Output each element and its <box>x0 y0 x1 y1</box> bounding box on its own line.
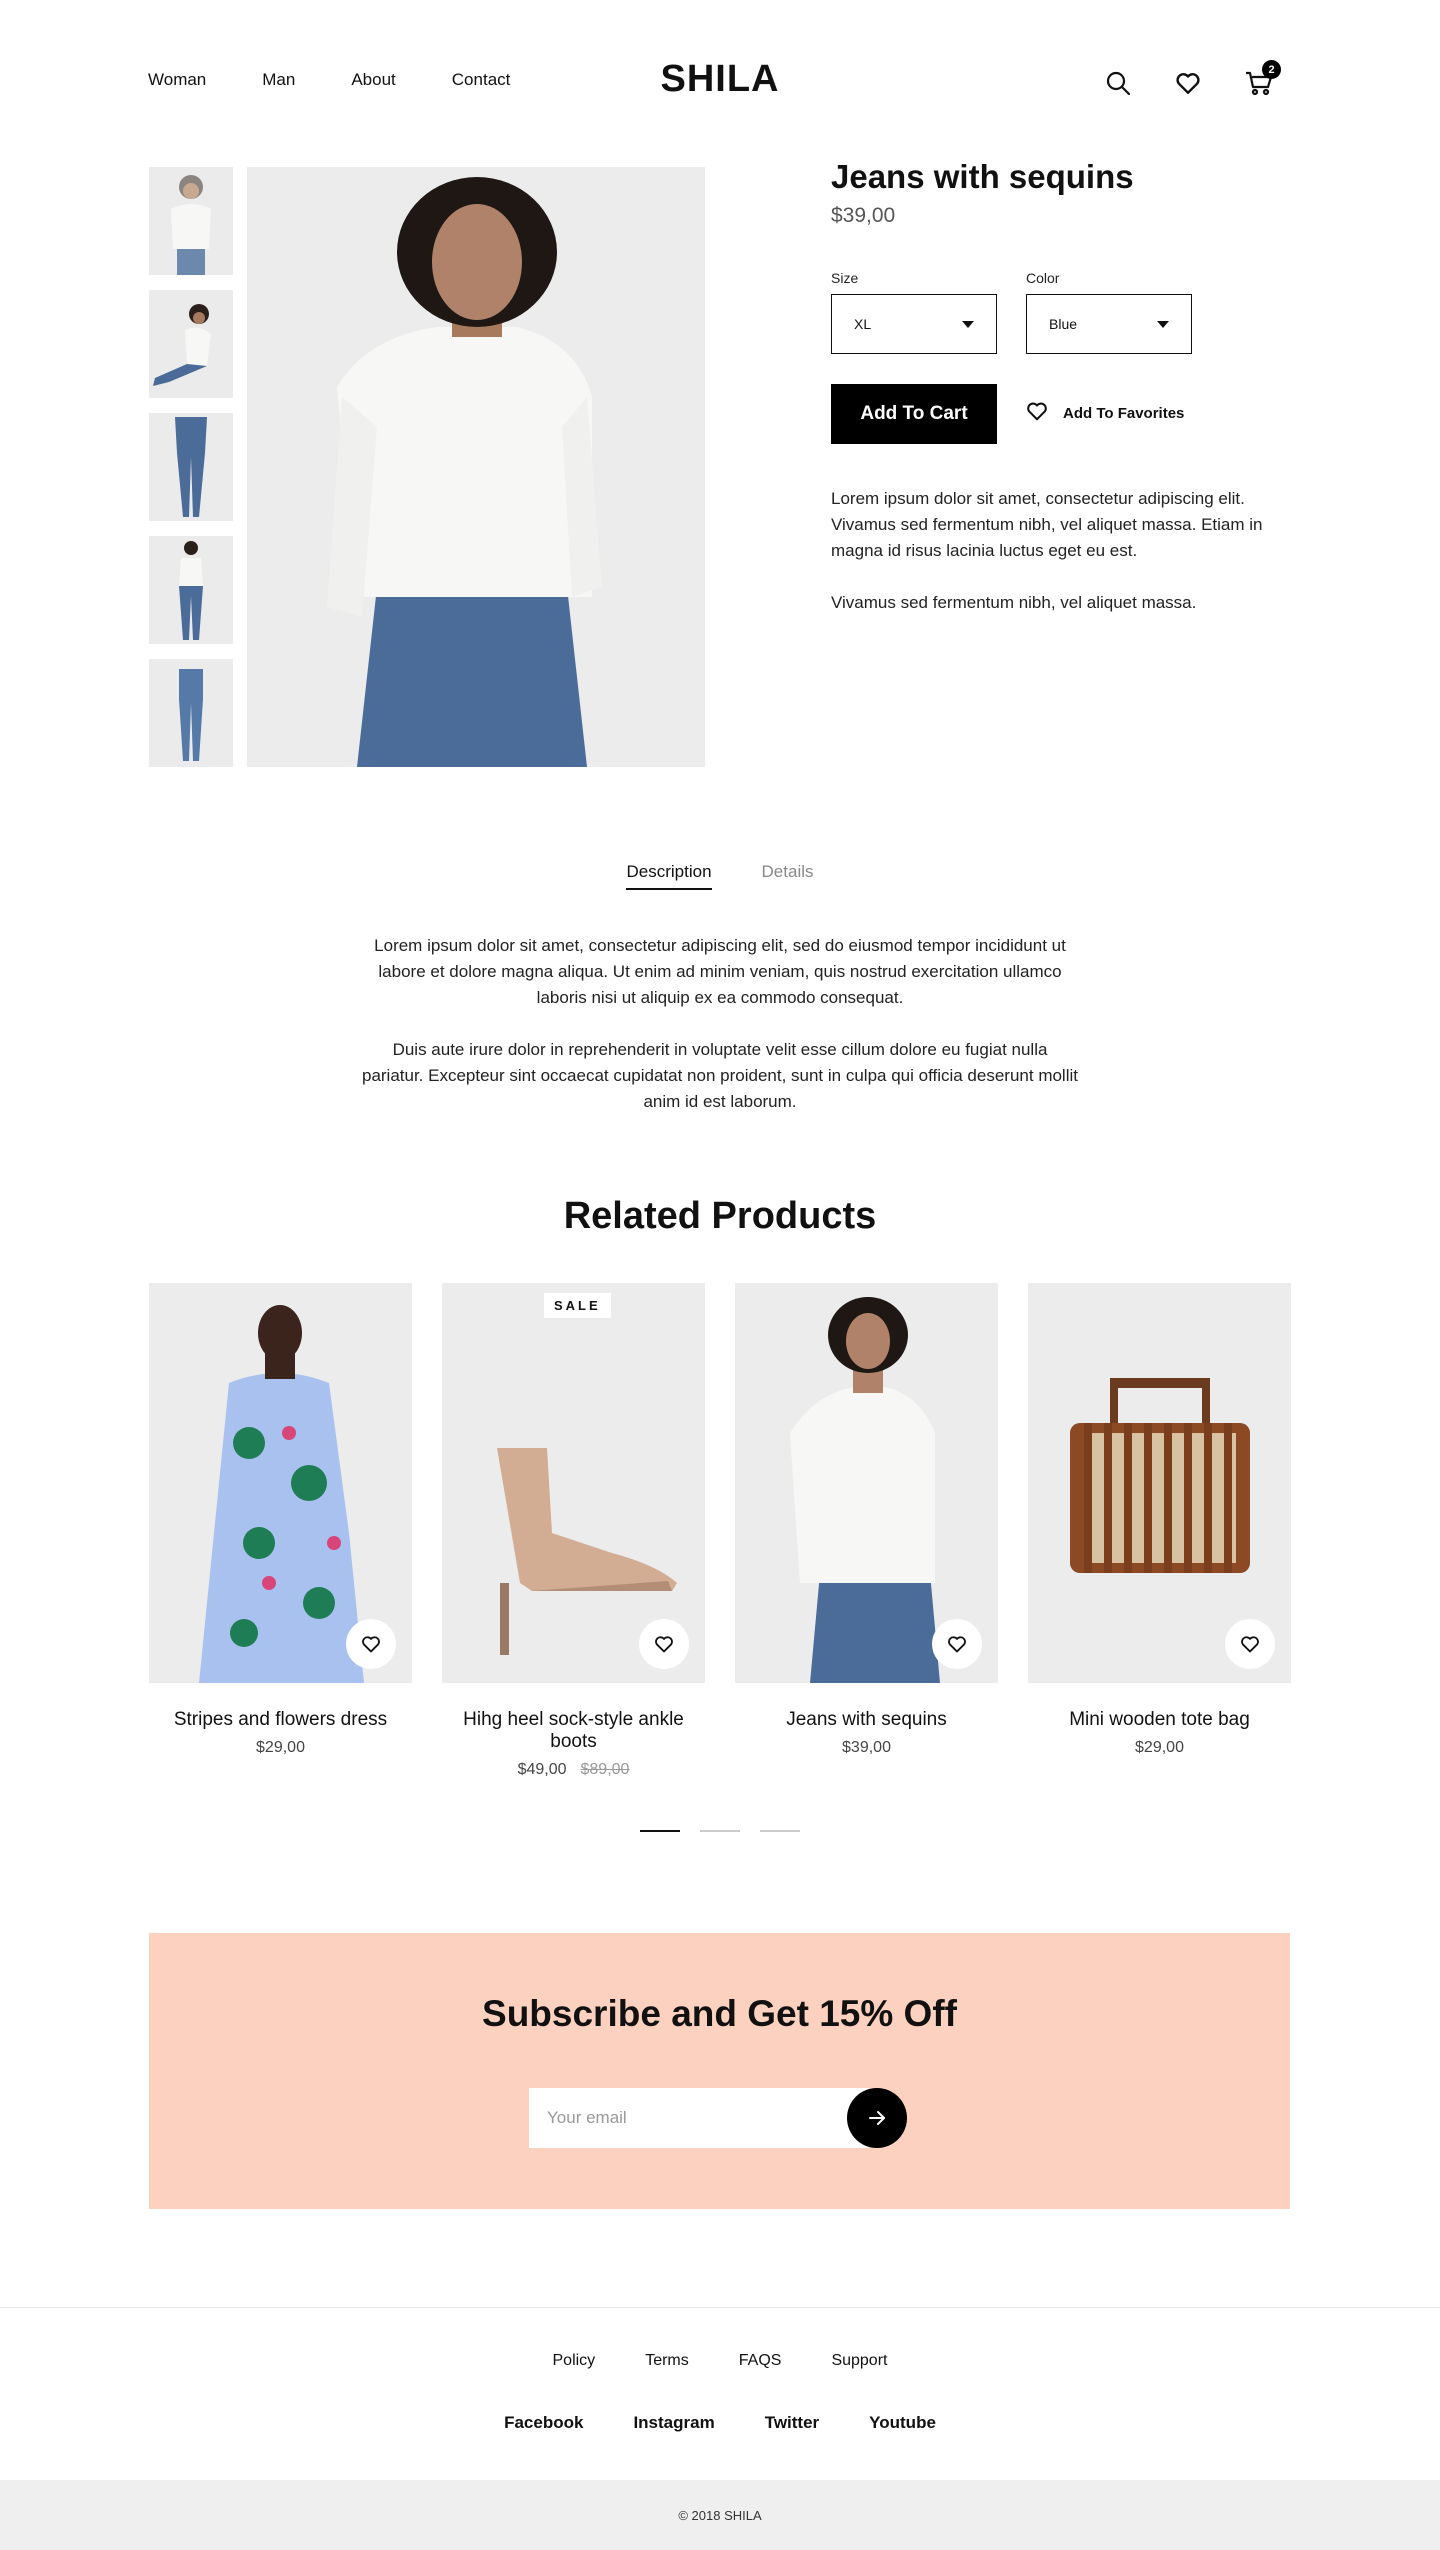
thumbnail-2[interactable] <box>149 290 233 398</box>
subscribe-form <box>529 2088 907 2148</box>
old-price: $89,00 <box>580 1761 630 1778</box>
footer-link-terms[interactable]: Terms <box>645 2352 689 2370</box>
size-label: Size <box>831 270 859 286</box>
product-card[interactable]: SALE Hihg heel sock-style ankle boots $4… <box>442 1283 705 1779</box>
current-price: $29,00 <box>256 1739 305 1756</box>
cart-count-badge: 2 <box>1262 60 1281 79</box>
product-price: $39,00 <box>735 1739 998 1757</box>
thumbnail-4[interactable] <box>149 536 233 644</box>
product-price: $29,00 <box>1028 1739 1291 1757</box>
favorite-button[interactable] <box>346 1619 396 1669</box>
pagination-dot[interactable] <box>640 1830 680 1832</box>
social-twitter[interactable]: Twitter <box>765 2413 819 2433</box>
carousel-pagination <box>0 1830 1440 1832</box>
product-title: Jeans with sequins <box>831 158 1134 195</box>
current-price: $39,00 <box>842 1739 891 1756</box>
tab-content: Lorem ipsum dolor sit amet, consectetur … <box>360 933 1080 1141</box>
search-icon[interactable] <box>1105 70 1131 96</box>
arrow-right-icon <box>869 2111 885 2125</box>
product-image <box>149 1283 412 1683</box>
color-value: Blue <box>1049 316 1078 332</box>
thumbnail-list <box>149 167 233 782</box>
add-to-favorites-label: Add To Favorites <box>1063 404 1185 422</box>
heart-icon[interactable] <box>1175 70 1201 96</box>
nav-about[interactable]: About <box>351 70 395 90</box>
thumbnail-5[interactable] <box>149 659 233 767</box>
color-label: Color <box>1026 270 1060 286</box>
subscribe-submit-button[interactable] <box>847 2088 907 2148</box>
main-nav: Woman Man About Contact <box>148 70 566 90</box>
heart-icon <box>655 1636 673 1653</box>
favorite-button[interactable] <box>932 1619 982 1669</box>
copyright-bar: © 2018 SHILA <box>0 2480 1440 2550</box>
social-youtube[interactable]: Youtube <box>869 2413 936 2433</box>
chevron-down-icon <box>1157 320 1169 328</box>
pagination-dot[interactable] <box>760 1830 800 1832</box>
social-instagram[interactable]: Instagram <box>633 2413 714 2433</box>
nav-woman[interactable]: Woman <box>148 70 206 90</box>
tab-description[interactable]: Description <box>626 862 712 890</box>
footer-divider <box>0 2307 1440 2308</box>
heart-icon <box>948 1636 966 1653</box>
tab-paragraph: Duis aute irure dolor in reprehenderit i… <box>361 1040 1078 1111</box>
info-tabs: Description Details <box>0 862 1440 890</box>
add-to-favorites-button[interactable]: Add To Favorites <box>1025 400 1184 426</box>
product-main-image <box>247 167 705 767</box>
footer-link-policy[interactable]: Policy <box>553 2352 596 2370</box>
product-name[interactable]: Stripes and flowers dress <box>149 1709 412 1731</box>
pagination-dot[interactable] <box>700 1830 740 1832</box>
footer-link-support[interactable]: Support <box>831 2352 887 2370</box>
email-input[interactable] <box>529 2088 869 2148</box>
heart-icon <box>362 1636 380 1653</box>
social-links: Facebook Instagram Twitter Youtube <box>0 2413 1440 2433</box>
size-select[interactable]: XL <box>831 294 997 354</box>
product-description: Lorem ipsum dolor sit amet, consectetur … <box>831 486 1291 642</box>
tab-details[interactable]: Details <box>762 862 814 890</box>
product-price: $29,00 <box>149 1739 412 1757</box>
tab-paragraph: Lorem ipsum dolor sit amet, consectetur … <box>374 936 1066 1007</box>
current-price: $49,00 <box>517 1761 567 1778</box>
social-facebook[interactable]: Facebook <box>504 2413 583 2433</box>
description-paragraph: Lorem ipsum dolor sit amet, consectetur … <box>831 489 1263 560</box>
add-to-cart-button[interactable]: Add To Cart <box>831 384 997 444</box>
product-card[interactable]: Mini wooden tote bag $29,00 <box>1028 1283 1291 1757</box>
product-card[interactable]: Jeans with sequins $39,00 <box>735 1283 998 1757</box>
color-select[interactable]: Blue <box>1026 294 1192 354</box>
product-image: SALE <box>442 1283 705 1683</box>
favorite-button[interactable] <box>1225 1619 1275 1669</box>
product-price: $39,00 <box>831 204 896 227</box>
sale-badge: SALE <box>544 1293 611 1318</box>
product-price: $49,00 $89,00 <box>442 1761 705 1779</box>
size-value: XL <box>854 316 872 332</box>
footer-link-faqs[interactable]: FAQS <box>739 2352 782 2370</box>
header-actions: 2 <box>1105 60 1281 96</box>
subscribe-title: Subscribe and Get 15% Off <box>482 1993 957 2034</box>
chevron-down-icon <box>962 320 974 328</box>
current-price: $29,00 <box>1135 1739 1184 1756</box>
favorite-button[interactable] <box>639 1619 689 1669</box>
description-paragraph: Vivamus sed fermentum nibh, vel aliquet … <box>831 593 1197 612</box>
product-card[interactable]: Stripes and flowers dress $29,00 <box>149 1283 412 1757</box>
heart-icon <box>1241 1636 1259 1653</box>
cart-icon[interactable]: 2 <box>1245 60 1281 96</box>
related-products-title: Related Products <box>563 1195 877 1237</box>
heart-icon <box>1025 400 1049 426</box>
thumbnail-3[interactable] <box>149 413 233 521</box>
subscribe-banner: Subscribe and Get 15% Off <box>149 1933 1290 2209</box>
footer-links: Policy Terms FAQS Support <box>0 2352 1440 2370</box>
product-name[interactable]: Jeans with sequins <box>735 1709 998 1731</box>
product-image <box>1028 1283 1291 1683</box>
copyright-text: © 2018 SHILA <box>678 2507 762 2523</box>
product-name[interactable]: Hihg heel sock-style ankle boots <box>442 1709 705 1753</box>
nav-man[interactable]: Man <box>262 70 295 90</box>
product-name[interactable]: Mini wooden tote bag <box>1028 1709 1291 1731</box>
thumbnail-1[interactable] <box>149 167 233 275</box>
product-image <box>735 1283 998 1683</box>
nav-contact[interactable]: Contact <box>452 70 511 90</box>
site-logo[interactable]: SHILA <box>661 58 780 100</box>
